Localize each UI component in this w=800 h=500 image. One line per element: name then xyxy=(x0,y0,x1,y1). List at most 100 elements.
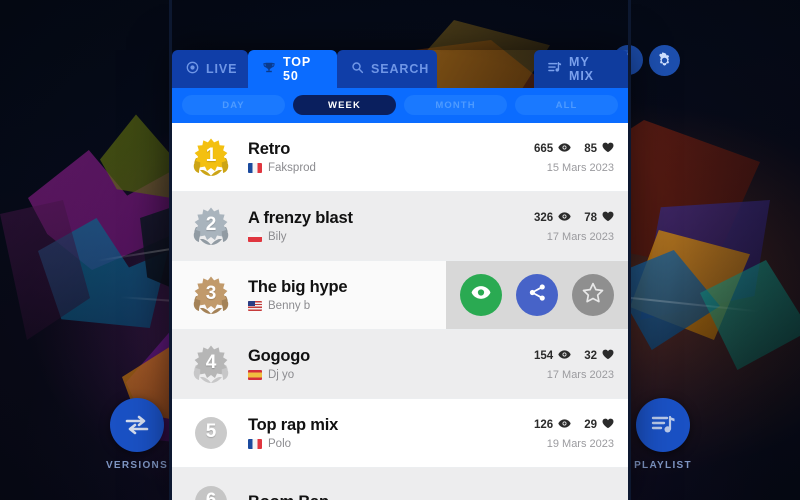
flag-pl-icon xyxy=(248,232,262,242)
tab-top50-label: TOP 50 xyxy=(283,55,311,83)
row-stats: 665 85 15 Mars 2023 xyxy=(534,140,628,174)
record-dot-icon xyxy=(186,61,199,77)
table-row[interactable]: 2 A frenzy blast Bily 326 78 17 Mars 2023 xyxy=(172,192,628,261)
flag-fr-icon xyxy=(248,439,262,449)
tab-search-label: SEARCH xyxy=(371,62,430,76)
filter-day[interactable]: DAY xyxy=(182,95,285,115)
top50-list[interactable]: 1 Retro Faksprod 665 85 15 Mars 2023 2 A frenzy… xyxy=(172,123,628,500)
row-date: 15 Mars 2023 xyxy=(546,162,614,174)
row-like-count: 78 xyxy=(584,212,597,224)
star-icon xyxy=(582,282,604,308)
row-title: A frenzy blast xyxy=(248,209,353,227)
filter-week-label: WEEK xyxy=(328,99,361,111)
row-date: 19 Mars 2023 xyxy=(546,438,614,450)
playlist-note-icon xyxy=(548,61,562,77)
row-author: Polo xyxy=(268,438,292,450)
eye-icon xyxy=(558,416,571,434)
rank-number: 4 xyxy=(205,351,217,373)
row-actions xyxy=(446,261,628,329)
row-title: Gogogo xyxy=(248,347,311,365)
row-view-count: 126 xyxy=(534,419,554,431)
playlist-button[interactable]: PLAYLIST xyxy=(620,398,706,471)
row-like-count: 29 xyxy=(584,419,597,431)
tab-mymix-label: MY MIX xyxy=(569,55,594,83)
row-byline: Bily xyxy=(248,231,534,243)
row-date: 17 Mars 2023 xyxy=(546,369,614,381)
tab-live-label: LIVE xyxy=(206,62,238,76)
rank-number: 2 xyxy=(205,213,217,235)
table-row[interactable]: 5 Top rap mix Polo 126 29 19 Mars 2023 xyxy=(172,399,628,468)
row-meta: A frenzy blast Bily xyxy=(248,209,534,243)
row-action-favorite[interactable] xyxy=(572,274,614,316)
rank-medal: 6 xyxy=(186,477,236,500)
rank-medal: 1 xyxy=(186,132,236,182)
panel-left-edge xyxy=(169,0,172,500)
row-action-share[interactable] xyxy=(516,274,558,316)
row-author: Benny b xyxy=(268,300,311,312)
rank-number: 6 xyxy=(205,489,217,500)
heart-icon xyxy=(602,347,614,365)
row-byline: Dj yo xyxy=(248,369,534,381)
rank-number: 3 xyxy=(205,282,217,304)
trophy-icon xyxy=(262,61,276,78)
rank-number: 1 xyxy=(205,144,217,166)
table-row[interactable]: 3 The big hype Benny b xyxy=(172,261,628,330)
row-title: Boom Bap xyxy=(248,493,628,500)
versions-button[interactable]: VERSIONS xyxy=(94,398,180,471)
filter-all-label: ALL xyxy=(555,99,578,111)
row-action-view[interactable] xyxy=(460,274,502,316)
rank-medal: 3 xyxy=(186,270,236,320)
row-title: Retro xyxy=(248,140,291,158)
heart-icon xyxy=(602,209,614,227)
tab-top50[interactable]: TOP 50 xyxy=(248,50,337,88)
row-view-count: 665 xyxy=(534,143,554,155)
row-author: Bily xyxy=(268,231,287,243)
row-meta: Gogogo Dj yo xyxy=(248,347,534,381)
row-stats: 154 32 17 Mars 2023 xyxy=(534,347,628,381)
eye-icon xyxy=(558,140,571,158)
row-like-count: 85 xyxy=(584,143,597,155)
gear-icon[interactable] xyxy=(649,45,680,76)
filter-week[interactable]: WEEK xyxy=(293,95,396,115)
filter-day-label: DAY xyxy=(222,99,245,111)
time-filter-bar: DAY WEEK MONTH ALL xyxy=(172,88,628,123)
versions-label: VERSIONS xyxy=(105,460,169,471)
filter-all[interactable]: ALL xyxy=(515,95,618,115)
tab-live[interactable]: LIVE xyxy=(172,50,248,88)
row-meta: Retro Faksprod xyxy=(248,140,534,174)
tab-search[interactable]: SEARCH xyxy=(337,50,437,88)
row-view-count: 326 xyxy=(534,212,554,224)
app-screen: VERSIONS PLAYLIST i INCREDIBOX V9 xyxy=(0,0,800,500)
row-meta: Top rap mix Polo xyxy=(248,416,534,450)
rank-medal: 5 xyxy=(186,408,236,458)
playlist-label: PLAYLIST xyxy=(634,460,692,471)
heart-icon xyxy=(602,140,614,158)
table-row[interactable]: 6 Boom Bap xyxy=(172,468,628,500)
table-row[interactable]: 1 Retro Faksprod 665 85 15 Mars 2023 xyxy=(172,123,628,192)
row-byline: Faksprod xyxy=(248,162,534,174)
eye-icon xyxy=(558,347,571,365)
row-date: 17 Mars 2023 xyxy=(546,231,614,243)
row-meta: Boom Bap xyxy=(248,493,628,500)
eye-icon xyxy=(558,209,571,227)
row-title: Top rap mix xyxy=(248,416,339,434)
magnifier-icon xyxy=(351,61,364,77)
row-byline: Polo xyxy=(248,438,534,450)
eye-icon xyxy=(471,285,491,305)
flag-us-icon xyxy=(248,301,262,311)
tab-bar: LIVE TOP 50 SEARCH MY MIX xyxy=(172,50,628,88)
rank-medal: 2 xyxy=(186,201,236,251)
table-row[interactable]: 4 Gogogo Dj yo 154 32 17 Mars 2023 xyxy=(172,330,628,399)
rank-medal: 4 xyxy=(186,339,236,389)
heart-icon xyxy=(602,416,614,434)
flag-es-icon xyxy=(248,370,262,380)
row-stats: 326 78 17 Mars 2023 xyxy=(534,209,628,243)
swap-arrows-icon xyxy=(110,398,164,452)
tab-mymix[interactable]: MY MIX xyxy=(534,50,628,88)
row-view-count: 154 xyxy=(534,350,554,362)
filter-month[interactable]: MONTH xyxy=(404,95,507,115)
rank-number: 5 xyxy=(205,420,217,442)
flag-fr-icon xyxy=(248,163,262,173)
filter-month-label: MONTH xyxy=(435,99,476,111)
playlist-note-icon xyxy=(636,398,690,452)
